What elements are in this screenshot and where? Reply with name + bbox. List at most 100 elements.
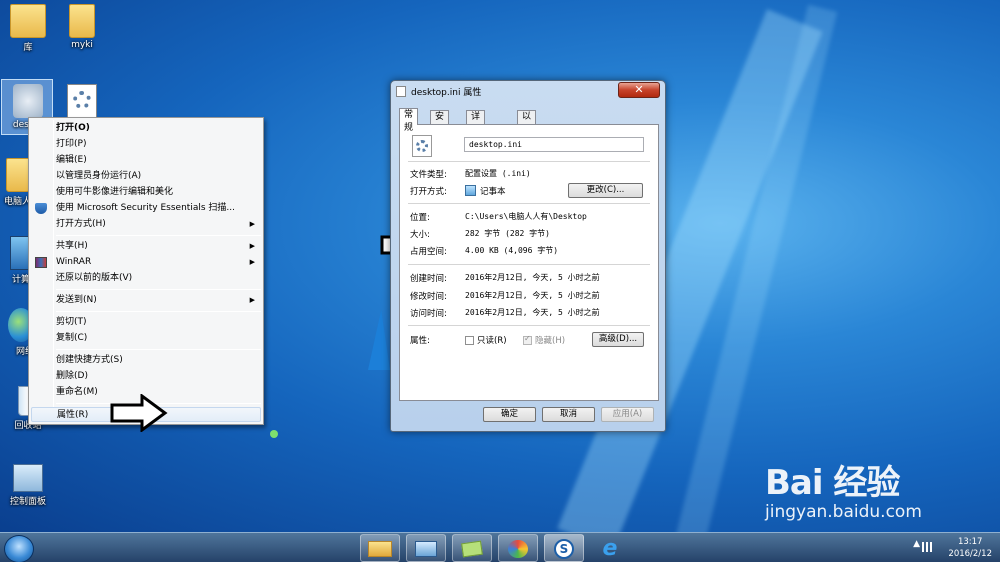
advanced-button[interactable]: 高级(D)...: [592, 332, 644, 347]
menu-item-open[interactable]: 打开(O): [31, 121, 261, 136]
tab-details[interactable]: 详细信息: [466, 110, 486, 161]
menu-item-label: 打印(P): [56, 139, 87, 149]
menu-item-edit[interactable]: 编辑(E): [31, 153, 261, 168]
taskbar-sticky-notes[interactable]: [452, 534, 492, 562]
close-button[interactable]: ✕: [618, 82, 660, 98]
file-name-field[interactable]: desktop.ini: [464, 137, 644, 152]
taskbar: S e ▲ 13:17 2016/2/12: [0, 532, 1000, 562]
menu-item-label: WinRAR: [56, 257, 92, 267]
ie-icon: e: [602, 536, 618, 561]
location-label: 位置:: [410, 213, 430, 223]
apply-button[interactable]: 应用(A): [601, 407, 654, 422]
tab-previous-versions[interactable]: 以前的版本: [517, 110, 537, 174]
taskbar-explorer[interactable]: [360, 534, 400, 562]
disk-size-value: 4.00 KB (4,096 字节): [465, 246, 559, 255]
attributes-label: 属性:: [410, 336, 430, 346]
menu-item-copy[interactable]: 复制(C): [31, 331, 261, 346]
desktop-icon-label: 库: [23, 43, 33, 53]
readonly-label: 只读(R): [477, 336, 507, 346]
menu-item-label: 属性(R): [57, 410, 89, 420]
submenu-arrow-icon: ▶: [249, 220, 255, 228]
start-button[interactable]: [4, 535, 34, 562]
shield-icon: [35, 203, 47, 214]
watermark-main: Bai 经验: [765, 463, 900, 503]
file-type-label: 文件类型:: [410, 170, 447, 180]
menu-item-label: 打开(O): [56, 123, 90, 133]
divider: [408, 161, 650, 162]
menu-item-print[interactable]: 打印(P): [31, 137, 261, 152]
menu-item-label: 复制(C): [56, 333, 88, 343]
pointer-arrow-icon: [110, 394, 168, 432]
divider: [408, 264, 650, 265]
check-icon: ✓: [524, 334, 531, 343]
taskbar-remote[interactable]: [406, 534, 446, 562]
file-icon: [396, 86, 406, 97]
hidden-checkbox[interactable]: ✓: [523, 334, 532, 345]
user-folder-icon: [6, 158, 30, 192]
accessed-value: 2016年2月12日, 今天, 5 小时之前: [465, 308, 600, 317]
divider: [408, 325, 650, 326]
wallpaper-leaf: [270, 430, 278, 438]
sticky-note-icon: [461, 540, 483, 558]
submenu-arrow-icon: ▶: [249, 296, 255, 304]
winrar-icon: [35, 257, 47, 268]
baidu-watermark: Bai 经验 jingyan.baidu.com: [765, 455, 922, 522]
desktop: 库 myki deskto 电脑人人 计算 网络 回收站 控制面板 打开(O) …: [0, 0, 1000, 532]
menu-item-label: 还原以前的版本(V): [56, 273, 133, 283]
menu-item-run-as-admin[interactable]: 以管理员身份运行(A): [31, 169, 261, 184]
menu-item-create-shortcut[interactable]: 创建快捷方式(S): [31, 353, 261, 368]
settings-file-icon: [13, 84, 43, 118]
show-hidden-icons-icon[interactable]: ▲: [913, 539, 920, 549]
disk-size-label: 占用空间:: [410, 247, 447, 257]
menu-item-edit-with-keniu[interactable]: 使用可牛影像进行编辑和美化: [31, 185, 261, 200]
menu-item-label: 重命名(M): [56, 387, 98, 397]
tab-general[interactable]: 常规: [399, 108, 419, 133]
menu-item-label: 使用可牛影像进行编辑和美化: [56, 187, 174, 197]
change-button[interactable]: 更改(C)...: [568, 183, 643, 198]
desktop-icon-library[interactable]: 库: [0, 4, 56, 53]
desktop-icon-label: myki: [71, 40, 93, 50]
taskbar-sogou[interactable]: S: [544, 534, 584, 562]
library-folder-icon: [10, 4, 46, 38]
cancel-button[interactable]: 取消: [542, 407, 595, 422]
menu-item-label: 打开方式(H): [56, 219, 106, 229]
created-value: 2016年2月12日, 今天, 5 小时之前: [465, 273, 600, 282]
desktop-icon-control-panel[interactable]: 控制面板: [0, 464, 56, 507]
divider: [408, 203, 650, 204]
watermark-url: jingyan.baidu.com: [765, 502, 922, 522]
menu-item-label: 编辑(E): [56, 155, 87, 165]
desktop-icon-label: 控制面板: [9, 497, 46, 507]
readonly-checkbox[interactable]: [465, 336, 474, 345]
clock[interactable]: 13:17 2016/2/12: [948, 536, 992, 560]
file-type-value: 配置设置 (.ini): [465, 169, 531, 178]
menu-item-label: 创建快捷方式(S): [56, 355, 123, 365]
menu-item-label: 剪切(T): [56, 317, 87, 327]
menu-item-send-to[interactable]: 发送到(N) ▶: [31, 293, 261, 308]
open-with-value: 记事本: [480, 187, 506, 197]
taskbar-ie[interactable]: e: [590, 534, 630, 562]
menu-item-restore-versions[interactable]: 还原以前的版本(V): [31, 271, 261, 286]
desktop-icon-settings[interactable]: [54, 84, 110, 120]
network-status-icon[interactable]: [922, 542, 932, 552]
ok-button[interactable]: 确定: [483, 407, 536, 422]
menu-item-share[interactable]: 共享(H) ▶: [31, 239, 261, 254]
open-with-label: 打开方式:: [410, 187, 447, 197]
menu-separator: [56, 349, 261, 350]
modified-label: 修改时间:: [410, 292, 447, 302]
taskbar-paint[interactable]: [498, 534, 538, 562]
menu-item-delete[interactable]: 删除(D): [31, 369, 261, 384]
menu-separator: [56, 289, 261, 290]
submenu-arrow-icon: ▶: [249, 258, 255, 266]
settings-file-icon: [412, 135, 432, 157]
sogou-s-icon: S: [554, 539, 574, 559]
tab-security[interactable]: 安全: [430, 110, 450, 135]
menu-item-open-with[interactable]: 打开方式(H) ▶: [31, 217, 261, 232]
menu-item-mse-scan[interactable]: 使用 Microsoft Security Essentials 扫描...: [31, 201, 261, 216]
menu-item-winrar[interactable]: WinRAR ▶: [31, 255, 261, 270]
folder-icon: [69, 4, 95, 38]
menu-separator: [56, 311, 261, 312]
menu-item-label: 共享(H): [56, 241, 88, 251]
desktop-icon-myki[interactable]: myki: [54, 4, 110, 50]
control-panel-icon: [13, 464, 43, 492]
menu-item-cut[interactable]: 剪切(T): [31, 315, 261, 330]
